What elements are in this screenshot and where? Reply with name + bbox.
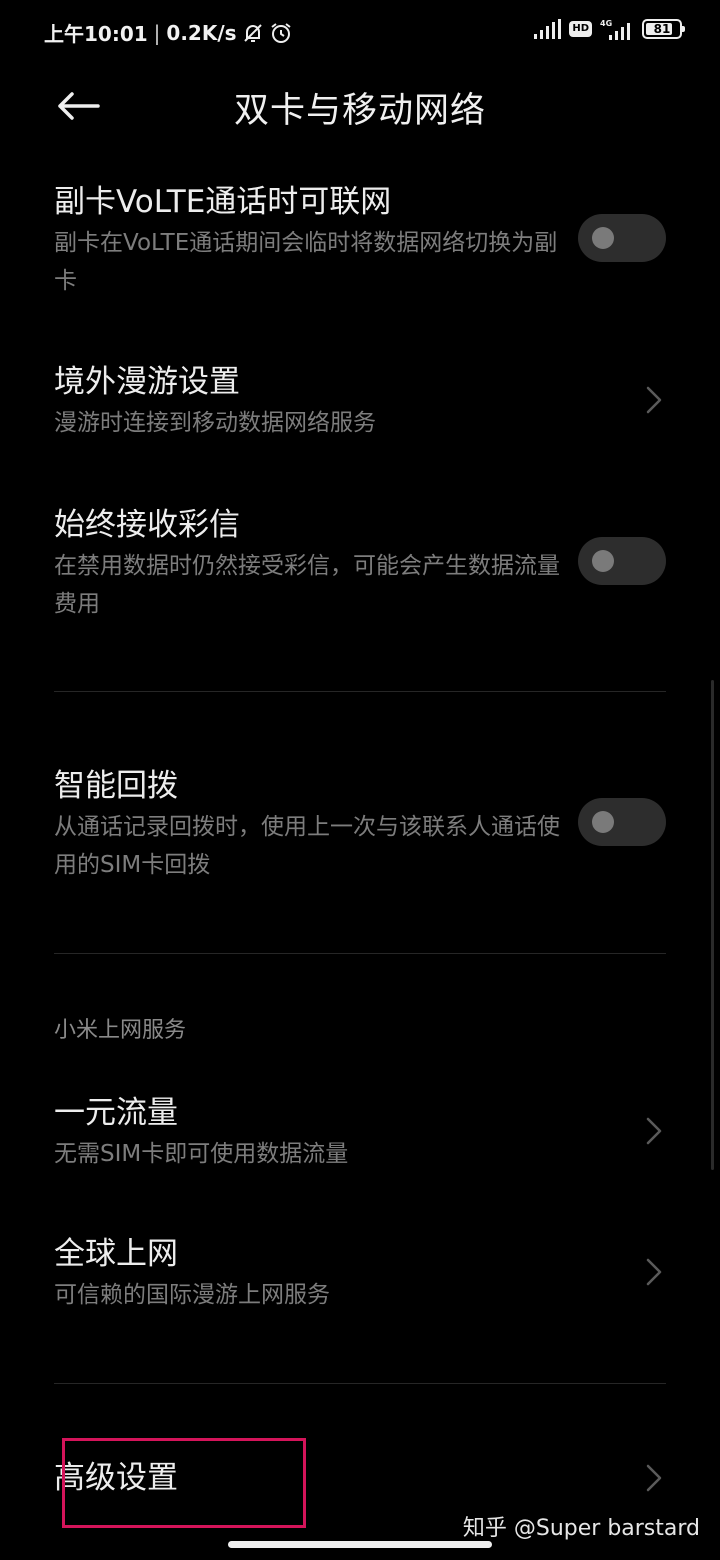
item-subtitle: 在禁用数据时仍然接受彩信，可能会产生数据流量费用 [54,553,560,617]
item-subtitle: 副卡在VoLTE通话期间会临时将数据网络切换为副卡 [54,230,558,294]
divider [54,691,666,692]
item-subtitle: 漫游时连接到移动数据网络服务 [54,410,376,436]
list-item-global-internet[interactable]: 全球上网 可信赖的国际漫游上网服务 [54,1234,666,1314]
chevron-right-icon [646,1464,662,1492]
signal-4g-icon: 4G [600,19,630,40]
item-title: 始终接收彩信 [54,507,240,543]
smart-callback-toggle[interactable] [578,798,666,846]
status-speed: 0.2K/s [166,20,237,45]
page-title: 双卡与移动网络 [233,91,486,131]
status-separator: | [153,20,161,45]
item-subtitle: 从通话记录回拨时，使用上一次与该联系人通话使用的SIM卡回拨 [54,814,560,878]
list-item-always-receive-mms[interactable]: 始终接收彩信 在禁用数据时仍然接受彩信，可能会产生数据流量费用 [54,505,666,623]
header: 双卡与移动网络 [0,64,720,148]
divider [54,1383,666,1384]
battery-icon: 81 [642,19,685,39]
toggle-knob [592,811,614,833]
list-item-roaming-settings[interactable]: 境外漫游设置 漫游时连接到移动数据网络服务 [54,362,666,442]
watermark: 知乎 @Super barstard [462,1516,700,1541]
item-title: 全球上网 [54,1236,178,1272]
item-title: 副卡VoLTE通话时可联网 [54,184,392,220]
home-indicator[interactable] [228,1541,492,1548]
item-title: 一元流量 [54,1095,178,1131]
status-time: 上午10:01 [44,22,148,46]
network-label: 4G [600,19,612,28]
scrollbar[interactable] [711,680,714,1170]
hd-icon: HD [569,21,592,37]
status-left: 上午10:01 | 0.2K/s [44,18,293,47]
list-item-volte-data[interactable]: 副卡VoLTE通话时可联网 副卡在VoLTE通话期间会临时将数据网络切换为副卡 [54,182,666,300]
signal-icon [534,19,562,39]
item-title: 智能回拨 [54,768,178,804]
list-item-one-yuan-data[interactable]: 一元流量 无需SIM卡即可使用数据流量 [54,1093,666,1173]
battery-text: 81 [653,22,671,36]
chevron-right-icon [646,386,662,414]
divider [54,953,666,954]
mute-bell-icon [243,23,262,42]
section-header-xiaomi-services: 小米上网服务 [54,1018,187,1043]
highlight-annotation-box [62,1438,306,1528]
item-title: 境外漫游设置 [54,364,240,400]
item-subtitle: 可信赖的国际漫游上网服务 [54,1282,330,1308]
chevron-right-icon [646,1258,662,1286]
volte-data-toggle[interactable] [578,214,666,262]
chevron-right-icon [646,1117,662,1145]
toggle-knob [592,227,614,249]
toggle-knob [592,550,614,572]
list-item-smart-callback[interactable]: 智能回拨 从通话记录回拨时，使用上一次与该联系人通话使用的SIM卡回拨 [54,766,666,884]
mms-toggle[interactable] [578,537,666,585]
status-bar: 上午10:01 | 0.2K/s HD 4G 81 [0,0,720,64]
alarm-icon [270,22,291,43]
item-subtitle: 无需SIM卡即可使用数据流量 [54,1141,349,1167]
status-right: HD 4G 81 [533,18,685,40]
